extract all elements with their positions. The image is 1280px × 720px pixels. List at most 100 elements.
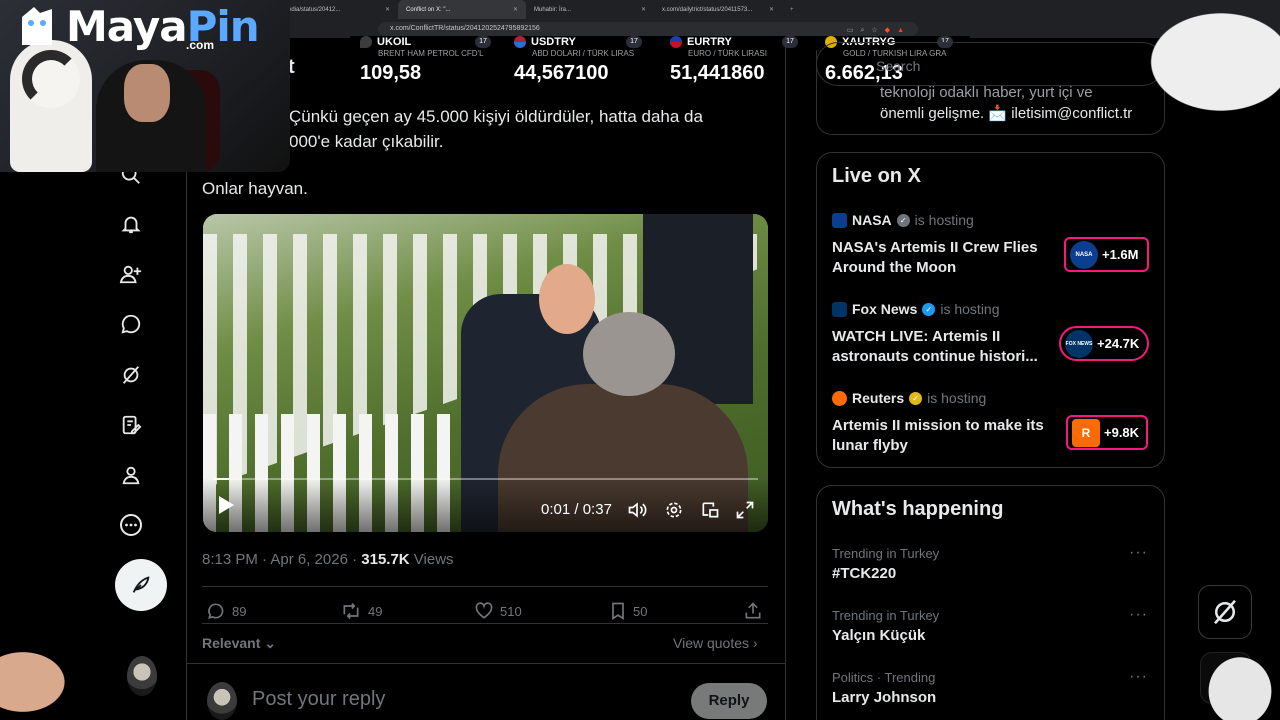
video-progress-bar[interactable] xyxy=(213,478,758,480)
oil-drop-icon xyxy=(360,36,372,48)
address-bar[interactable]: x.com/ConflictTR/status/2041202524795892… xyxy=(378,22,918,36)
tweet-timestamp[interactable]: 8:13 PM · Apr 6, 2026 · xyxy=(202,551,361,568)
live-title-line: WATCH LIVE: Artemis II xyxy=(832,328,1001,345)
live-host-row[interactable]: Reuters ✓ is hosting xyxy=(832,390,986,406)
bio-text: önemli gelişme. 📩 iletisim@conflict.tr xyxy=(880,105,1133,122)
close-icon[interactable]: ✕ xyxy=(769,6,774,13)
more-options-icon[interactable]: ··· xyxy=(1129,606,1148,624)
volume-icon[interactable] xyxy=(627,500,647,520)
trend-name[interactable]: #TCK220 xyxy=(832,565,896,582)
live-title-line: NASA's Artemis II Crew Flies xyxy=(832,239,1038,256)
video-time-separator: / xyxy=(570,501,583,518)
view-quotes-label: View quotes xyxy=(673,635,750,651)
live-title-line: Around the Moon xyxy=(832,259,957,276)
live-card-title: Live on X xyxy=(832,165,921,187)
tweet-text-line: Onlar hayvan. xyxy=(202,179,308,198)
reply-count: 89 xyxy=(232,603,247,619)
ticker-desc: EURO / TÜRK LIRASI xyxy=(688,49,767,58)
live-listeners-pill[interactable]: NASA +1.6M xyxy=(1064,237,1149,272)
tab-strip: ...Media/status/20412... ✕ Conflict on X:… xyxy=(270,0,806,19)
bookmark-icon xyxy=(612,602,624,621)
search-box[interactable] xyxy=(816,42,1164,86)
grok-float-button[interactable] xyxy=(1198,585,1252,639)
tradingview-badge-icon: 17 xyxy=(626,36,642,48)
close-icon[interactable]: ✕ xyxy=(513,6,518,13)
ticker-symbol: UKOIL xyxy=(377,36,412,48)
column-divider xyxy=(785,38,786,720)
close-icon[interactable]: ✕ xyxy=(385,6,390,13)
reply-submit-button[interactable]: Reply xyxy=(691,683,767,719)
fullscreen-icon[interactable] xyxy=(735,500,755,520)
trend-name[interactable]: Yalçın Küçük xyxy=(832,627,925,644)
profile-icon[interactable] xyxy=(118,462,144,488)
reply-button[interactable]: 89 xyxy=(206,601,246,621)
follow-user-icon[interactable] xyxy=(118,261,144,287)
verified-badge-icon: ✓ xyxy=(922,302,936,316)
more-circle-icon[interactable] xyxy=(118,512,144,538)
browser-tab[interactable]: x.com/dailytrict/status/20411573... ✕ xyxy=(654,0,782,19)
tab-title: Muhabir: İra... xyxy=(534,6,572,13)
bookmark-button[interactable]: 50 xyxy=(609,601,647,621)
ticker-value: 44,567100 xyxy=(514,62,609,84)
live-host-row[interactable]: Fox News ✓ is hosting xyxy=(832,301,1000,317)
webcam-cat-face xyxy=(22,50,80,108)
live-space-title[interactable]: NASA's Artemis II Crew Flies Around the M… xyxy=(832,238,1052,278)
chevron-down-icon: ⌄ xyxy=(264,635,276,651)
trend-name[interactable]: Larry Johnson xyxy=(832,689,936,706)
more-options-icon[interactable]: ··· xyxy=(1129,668,1148,686)
live-host-row[interactable]: NASA ✓ is hosting xyxy=(832,212,974,228)
nasa-logo-icon xyxy=(832,212,847,228)
live-listeners-pill[interactable]: R +9.8K xyxy=(1066,415,1148,450)
reuters-thumb-icon: R xyxy=(1072,418,1100,447)
divider xyxy=(187,663,785,664)
ticker-item: EURTRY EURO / TÜRK LIRASI 51,441860 17 xyxy=(670,36,798,85)
play-icon[interactable] xyxy=(217,495,235,520)
listener-count: +24.7K xyxy=(1097,336,1140,351)
ticker-symbol: EURTRY xyxy=(687,36,732,48)
like-count: 510 xyxy=(500,603,522,619)
verified-badge-icon: ✓ xyxy=(896,213,910,227)
ticker-item: UKOIL BRENT HAM PETROL CFD'L 109,58 17 xyxy=(360,36,491,85)
tab-title: x.com/dailytrict/status/20411573... xyxy=(662,6,753,13)
listener-count: +9.8K xyxy=(1104,425,1140,440)
notifications-bell-icon[interactable] xyxy=(118,211,144,237)
compose-post-button[interactable] xyxy=(115,559,167,611)
host-name: Reuters xyxy=(852,390,905,406)
close-icon[interactable]: ✕ xyxy=(641,6,646,13)
video-frame-figure xyxy=(539,264,595,334)
live-space-title[interactable]: WATCH LIVE: Artemis II astronauts continu… xyxy=(832,327,1052,367)
settings-gear-icon[interactable] xyxy=(664,500,684,520)
video-player[interactable]: 0:01 / 0:37 xyxy=(203,214,768,532)
divider xyxy=(202,623,768,624)
new-tab-button[interactable]: + xyxy=(782,0,806,19)
ticker-item: USDTRY ABD DOLARI / TÜRK LIRAS 44,567100… xyxy=(514,36,642,85)
share-button[interactable] xyxy=(743,601,763,621)
like-button[interactable]: 510 xyxy=(474,601,522,621)
chat-bubble-icon[interactable] xyxy=(118,311,144,337)
live-space-title[interactable]: Artemis II mission to make its lunar flyb… xyxy=(832,416,1052,456)
repost-button[interactable]: 49 xyxy=(340,601,382,621)
search-input[interactable]: Search xyxy=(876,58,920,74)
repost-count: 49 xyxy=(368,603,383,619)
drafts-edit-icon[interactable] xyxy=(118,412,144,438)
video-time: 0:01 / 0:37 xyxy=(541,501,612,518)
reuters-logo-icon xyxy=(832,390,847,406)
view-quotes-link[interactable]: View quotes › xyxy=(673,635,758,651)
listener-count: +1.6M xyxy=(1102,247,1139,262)
browser-tab[interactable]: Muhabir: İra... ✕ xyxy=(526,0,654,19)
browser-tab-active[interactable]: Conflict on X: "... ✕ xyxy=(398,0,526,19)
account-avatar[interactable] xyxy=(127,656,157,696)
hosting-label: is hosting xyxy=(927,390,987,406)
more-options-icon[interactable]: ··· xyxy=(1129,544,1148,562)
chevron-right-icon: › xyxy=(752,635,758,651)
video-current-time: 0:01 xyxy=(541,501,571,518)
sort-replies-dropdown[interactable]: Relevant ⌄ xyxy=(202,635,276,652)
reply-input[interactable]: Post your reply xyxy=(252,688,385,711)
mayapin-logo: MayaPin xyxy=(14,2,260,51)
live-listeners-pill[interactable]: FOX NEWS +24.7K xyxy=(1059,326,1149,361)
whats-happening-title: What's happening xyxy=(832,498,1004,520)
grok-icon[interactable] xyxy=(118,362,144,388)
live-title-line: astronauts continue histori... xyxy=(832,348,1038,365)
picture-in-picture-icon[interactable] xyxy=(700,500,720,520)
trend-category: Trending in Turkey xyxy=(832,608,940,623)
